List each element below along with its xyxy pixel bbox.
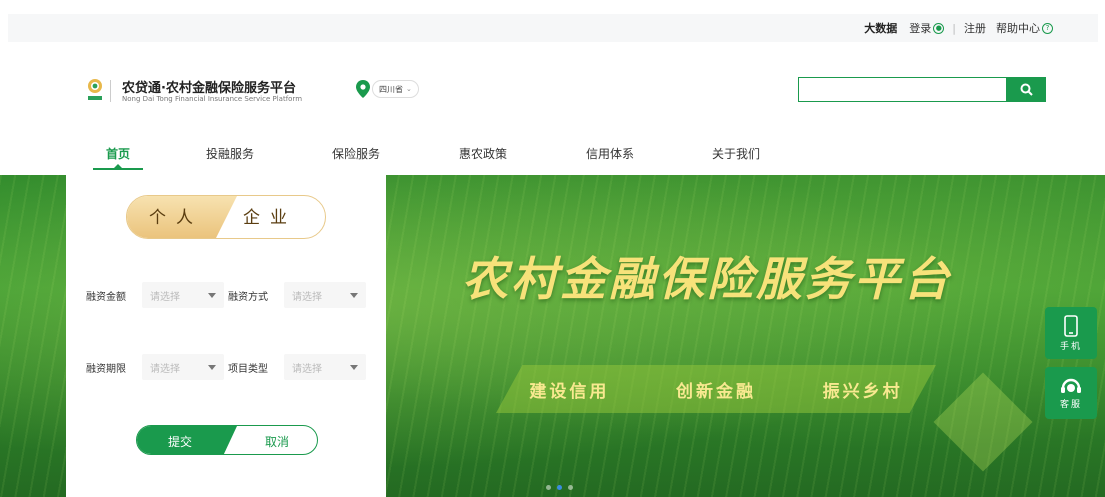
big-data-link[interactable]: 大数据 — [864, 20, 897, 36]
brand-subtitle: Nong Dai Tong Financial Insurance Servic… — [122, 95, 303, 103]
location-select[interactable]: 四川省 ⌄ — [372, 80, 419, 98]
brand-divider — [110, 80, 111, 102]
main-nav: 首页 投融服务 保险服务 惠农政策 信用体系 关于我们 — [0, 143, 1105, 173]
mobile-label: 手机 — [1059, 341, 1082, 352]
project-type-placeholder: 请选择 — [292, 363, 322, 375]
method-placeholder: 请选择 — [292, 291, 322, 303]
help-center-label: 帮助中心 — [996, 22, 1040, 35]
term-placeholder: 请选择 — [150, 363, 180, 375]
headset-icon — [1061, 378, 1081, 393]
nav-item-about[interactable]: 关于我们 — [712, 145, 760, 162]
brand-title[interactable]: 农贷通·农村金融保险服务平台 — [122, 77, 296, 96]
banner-slogan: 建设信用 创新金融 振兴乡村 — [496, 365, 936, 413]
carousel-dot[interactable] — [568, 485, 573, 490]
help-center-link[interactable]: 帮助中心 ? — [996, 20, 1053, 36]
chevron-down-icon: ⌄ — [406, 85, 412, 93]
divider: | — [952, 21, 956, 35]
nav-item-home[interactable]: 首页 — [106, 145, 130, 162]
financing-panel: 个人 企业 融资金额 请选择 融资方式 请选择 融资期限 请选择 项目类型 请选… — [66, 175, 386, 497]
tab-personal[interactable]: 个人 — [149, 196, 203, 238]
field-row-2: 融资期限 请选择 项目类型 请选择 — [86, 354, 370, 380]
method-label: 融资方式 — [228, 291, 268, 303]
search-icon — [1020, 83, 1033, 96]
location-pin-icon — [356, 80, 370, 98]
logo-icon — [88, 79, 102, 100]
field-row-1: 融资金额 请选择 融资方式 请选择 — [86, 282, 370, 308]
term-select[interactable]: 请选择 — [142, 354, 224, 380]
amount-select[interactable]: 请选择 — [142, 282, 224, 308]
nav-active-underline — [93, 168, 143, 170]
project-type-label: 项目类型 — [228, 363, 268, 375]
carousel-dots — [546, 485, 573, 490]
nav-item-credit[interactable]: 信用体系 — [586, 145, 634, 162]
project-type-select[interactable]: 请选择 — [284, 354, 366, 380]
tab-enterprise[interactable]: 企业 — [243, 196, 297, 238]
customer-service-button[interactable]: 客服 — [1045, 367, 1097, 419]
amount-placeholder: 请选择 — [150, 291, 180, 303]
banner-title: 农村金融保险服务平台 — [462, 252, 952, 306]
dropdown-arrow-icon — [350, 365, 358, 370]
form-actions: 提交 取消 — [136, 425, 318, 455]
customer-type-toggle: 个人 企业 — [126, 195, 326, 239]
search-input[interactable] — [798, 77, 1006, 102]
nav-item-insurance[interactable]: 保险服务 — [332, 145, 380, 162]
submit-button[interactable]: 提交 — [137, 426, 237, 454]
register-link[interactable]: 注册 — [964, 20, 986, 36]
slogan-item: 建设信用 — [529, 381, 610, 402]
nav-item-policy[interactable]: 惠农政策 — [459, 145, 507, 162]
customer-service-label: 客服 — [1059, 399, 1082, 410]
top-bar: 大数据 登录 ● | 注册 帮助中心 ? — [8, 14, 1098, 42]
amount-label: 融资金额 — [86, 291, 126, 303]
question-icon: ? — [1042, 22, 1053, 34]
carousel-dot-active[interactable] — [557, 485, 562, 490]
top-links: 大数据 登录 ● | 注册 帮助中心 ? — [864, 14, 1053, 42]
mobile-phone-icon — [1064, 314, 1078, 337]
slogan-item: 振兴乡村 — [822, 381, 903, 402]
nav-item-investment[interactable]: 投融服务 — [206, 145, 254, 162]
dropdown-arrow-icon — [350, 293, 358, 298]
slogan-item: 创新金融 — [675, 381, 756, 402]
login-label: 登录 — [909, 22, 932, 35]
cancel-button[interactable]: 取消 — [237, 426, 317, 454]
login-link[interactable]: 登录 ● — [909, 20, 945, 36]
mobile-button[interactable]: 手机 — [1045, 307, 1097, 359]
dropdown-arrow-icon — [208, 365, 216, 370]
carousel-dot[interactable] — [546, 485, 551, 490]
search-button[interactable] — [1006, 77, 1046, 102]
term-label: 融资期限 — [86, 363, 126, 375]
user-icon: ● — [933, 22, 945, 34]
method-select[interactable]: 请选择 — [284, 282, 366, 308]
dropdown-arrow-icon — [208, 293, 216, 298]
location-value: 四川省 — [379, 84, 403, 94]
